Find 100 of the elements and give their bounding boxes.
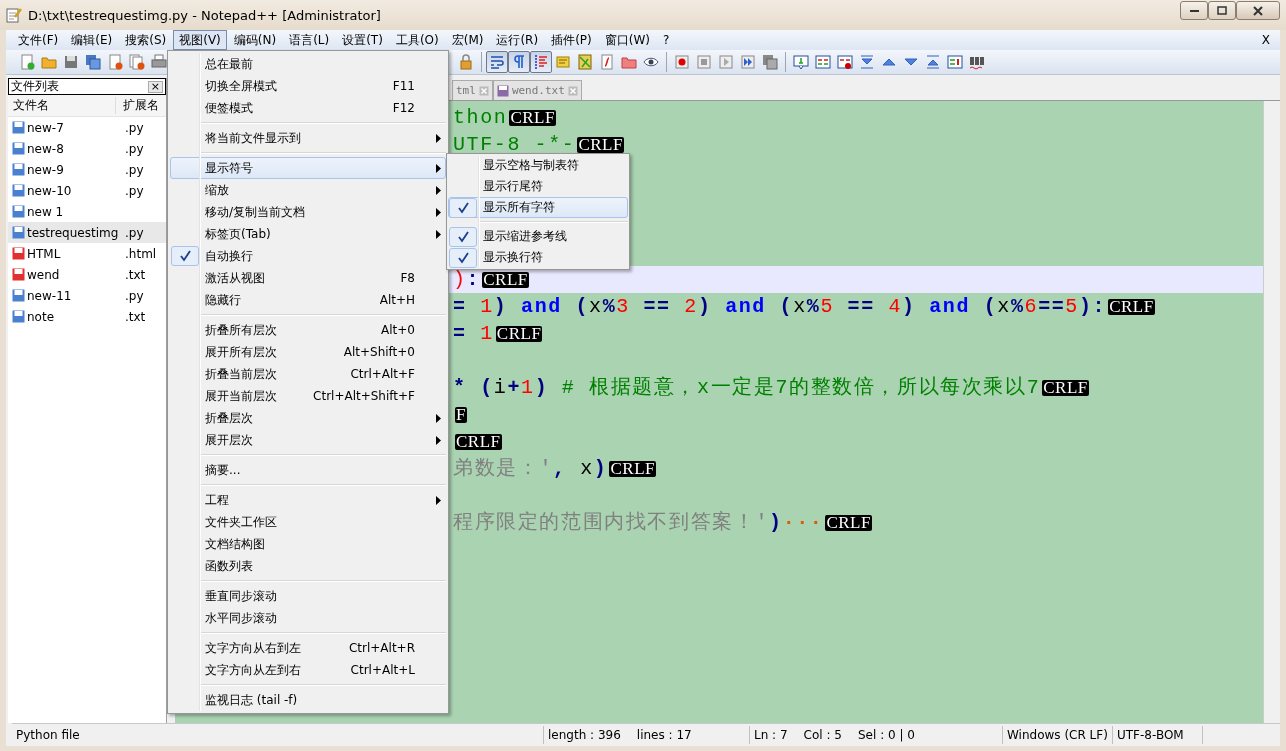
code-text: 5 bbox=[1065, 296, 1079, 317]
save-macro-icon bbox=[762, 54, 778, 70]
last-difference-icon bbox=[925, 54, 941, 70]
code-text: == bbox=[846, 296, 875, 317]
menu-item[interactable]: 文件(F) bbox=[12, 30, 65, 50]
line-ending-marker: CRLF bbox=[482, 271, 529, 288]
menu-item[interactable]: 显示所有字符 bbox=[448, 197, 628, 218]
spell-check-icon bbox=[969, 54, 985, 70]
file-list-row[interactable]: testrequestimg .py bbox=[8, 222, 166, 243]
code-text: 4 bbox=[887, 296, 903, 317]
code-text: == bbox=[642, 296, 671, 317]
sticky-note-icon bbox=[555, 54, 571, 70]
code-text: ) bbox=[902, 296, 916, 317]
close-tab-icon bbox=[567, 85, 578, 96]
menu-item[interactable]: 窗口(W) bbox=[598, 30, 656, 50]
code-text: ( bbox=[778, 296, 794, 317]
toolbar-button[interactable] bbox=[508, 51, 530, 73]
line-ending-marker: CRLF bbox=[509, 109, 556, 126]
code-text: 1 bbox=[521, 377, 535, 398]
file-extension: .txt bbox=[125, 309, 146, 324]
menu-item[interactable]: 宏(M) bbox=[445, 30, 490, 50]
play-icon bbox=[718, 54, 734, 70]
code-text: 弟数是：' bbox=[453, 458, 553, 479]
menu-item[interactable]: 显示符号 bbox=[170, 157, 446, 179]
bookmark-icon bbox=[793, 54, 809, 70]
close-panel-button[interactable]: × bbox=[147, 80, 163, 93]
line-ending-label: Windows (CR LF) bbox=[1007, 728, 1108, 742]
code-text: 5 bbox=[820, 296, 834, 317]
file-extension: .py bbox=[125, 288, 144, 303]
length-label: length : 396 bbox=[548, 728, 621, 742]
code-text: ) bbox=[493, 296, 508, 317]
clear-compare-icon bbox=[837, 54, 853, 70]
file-list-row[interactable]: new 1 bbox=[8, 201, 166, 222]
code-text: ( bbox=[479, 377, 494, 398]
panel-title: 文件列表 bbox=[11, 78, 60, 95]
close-tab-icon bbox=[478, 85, 489, 96]
menu-item[interactable]: 显示空格与制表符 bbox=[448, 155, 628, 176]
file-list-row[interactable]: new-8 .py bbox=[8, 138, 166, 159]
menu-item[interactable]: 运行(R) bbox=[490, 30, 545, 50]
file-list-row[interactable]: new-7 .py bbox=[8, 117, 166, 138]
app-notepad-icon bbox=[6, 7, 22, 23]
document-tab[interactable]: wend.txt bbox=[492, 80, 582, 100]
menu-item[interactable]: 编码(N) bbox=[227, 30, 283, 50]
code-text: ) bbox=[534, 377, 549, 398]
line-ending-marker: CRLF bbox=[825, 514, 872, 531]
selection-label: Sel : 0 | 0 bbox=[858, 728, 915, 742]
menu-item[interactable]: 设置(T) bbox=[336, 30, 389, 50]
file-list-row[interactable]: note .txt bbox=[8, 306, 166, 327]
file-type-label: Python file bbox=[16, 728, 80, 742]
menu-item[interactable]: 编辑(E) bbox=[65, 30, 119, 50]
minimize-icon bbox=[1189, 9, 1199, 12]
encoding-label: UTF-8-BOM bbox=[1117, 728, 1184, 742]
word-wrap-icon bbox=[489, 54, 505, 70]
menu-item[interactable]: 总在最前 bbox=[170, 53, 446, 75]
file-list-row[interactable]: new-10 .py bbox=[8, 180, 166, 201]
code-text: # 根据题意，x一定是7的整数倍，所以每次乘以7 bbox=[560, 377, 1041, 398]
file-list-row[interactable]: wend .txt bbox=[8, 264, 166, 285]
file-name: note bbox=[27, 309, 56, 324]
menu-item[interactable]: 显示缩进参考线 bbox=[448, 226, 628, 247]
folder-icon bbox=[621, 54, 637, 70]
menu-item[interactable]: 视图(V) bbox=[173, 30, 227, 50]
code-text: % bbox=[1010, 296, 1025, 317]
toolbar-button[interactable] bbox=[530, 51, 552, 73]
lines-label: lines : 17 bbox=[636, 728, 692, 742]
document-tab[interactable]: tml bbox=[452, 80, 493, 100]
file-name: new-9 bbox=[27, 162, 65, 177]
code-text: = bbox=[453, 296, 467, 317]
menu-item[interactable]: 搜索(S) bbox=[119, 30, 173, 50]
minimize-button[interactable] bbox=[1180, 1, 1208, 20]
code-text: == bbox=[1038, 296, 1066, 317]
line-ending-marker: CRLF bbox=[577, 136, 624, 153]
file-name: new-10 bbox=[27, 183, 73, 198]
menu-item[interactable]: ? bbox=[656, 30, 676, 50]
code-text: % bbox=[602, 296, 617, 317]
column-header[interactable]: 文件名 bbox=[8, 97, 116, 114]
code-text: 6 bbox=[1024, 296, 1039, 317]
line-ending-marker: CRLF bbox=[495, 325, 543, 342]
file-list-row[interactable]: new-11 .py bbox=[8, 285, 166, 306]
line-ending-marker: CRLF bbox=[455, 433, 502, 450]
floppy-disks-icon bbox=[85, 54, 101, 70]
menu-item[interactable]: 切换全屏模式 F11 bbox=[170, 75, 446, 97]
menu-item[interactable]: 语言(L) bbox=[283, 30, 336, 50]
menu-item[interactable]: 显示行尾符 bbox=[448, 176, 628, 197]
file-name: wend bbox=[27, 267, 61, 282]
menu-item[interactable]: 工具(O) bbox=[389, 30, 445, 50]
column-label: Col : 5 bbox=[803, 728, 842, 742]
maximize-button[interactable] bbox=[1208, 1, 1236, 20]
close-button[interactable] bbox=[1236, 1, 1280, 20]
menu-item[interactable]: 插件(P) bbox=[545, 30, 598, 50]
file-list-row[interactable]: new-9 .py bbox=[8, 159, 166, 180]
column-header[interactable]: 扩展名 bbox=[116, 97, 159, 114]
file-extension: .py bbox=[125, 183, 144, 198]
pilcrow-icon bbox=[511, 54, 527, 70]
menu-item[interactable]: 显示换行符 bbox=[448, 247, 628, 268]
close-document-button[interactable]: X bbox=[1261, 33, 1270, 47]
code-text: * bbox=[453, 377, 467, 398]
stop-icon bbox=[696, 54, 712, 70]
panel-icon bbox=[947, 54, 963, 70]
code-text: ): bbox=[1078, 296, 1107, 317]
file-list-row[interactable]: HTML .html bbox=[8, 243, 166, 264]
